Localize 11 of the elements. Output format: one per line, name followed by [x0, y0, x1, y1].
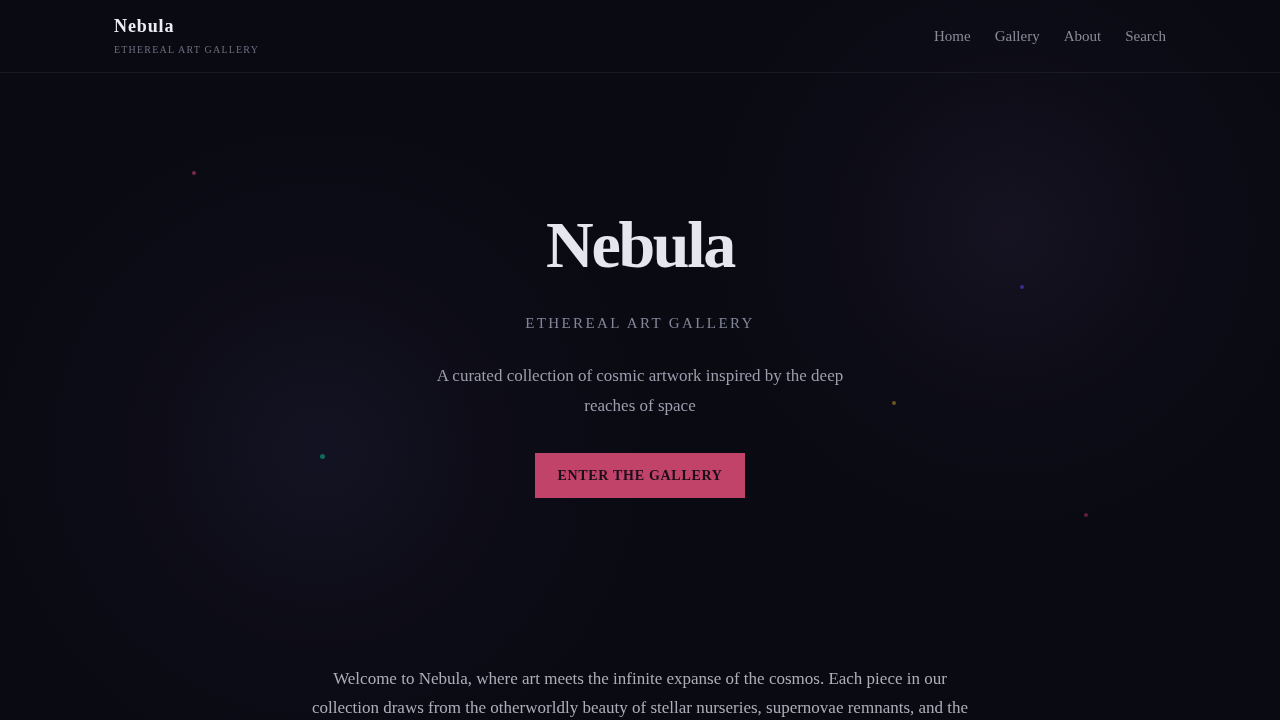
- site-tagline: ETHEREAL ART GALLERY: [114, 45, 260, 55]
- nav-link[interactable]: About: [1063, 24, 1102, 48]
- site-logo[interactable]: Nebula: [114, 17, 175, 35]
- hero-title: Nebula: [546, 212, 734, 278]
- nav-link[interactable]: Gallery: [994, 24, 1040, 48]
- enter-gallery-button[interactable]: ENTER THE GALLERY: [535, 453, 745, 498]
- hero-description: A curated collection of cosmic artwork inspired by the deep reaches of space: [435, 365, 845, 417]
- hero-subtitle: ETHEREAL ART GALLERY: [525, 314, 755, 333]
- intro-paragraph: Welcome to Nebula, where art meets the infinite expanse of the cosmos. Each piece in our collection draws from the otherworldly beauty of stellar nurseries, supernovae remnants, and the: [310, 668, 970, 719]
- nav-link[interactable]: Home: [934, 24, 971, 48]
- nav-link[interactable]: Search: [1125, 24, 1166, 48]
